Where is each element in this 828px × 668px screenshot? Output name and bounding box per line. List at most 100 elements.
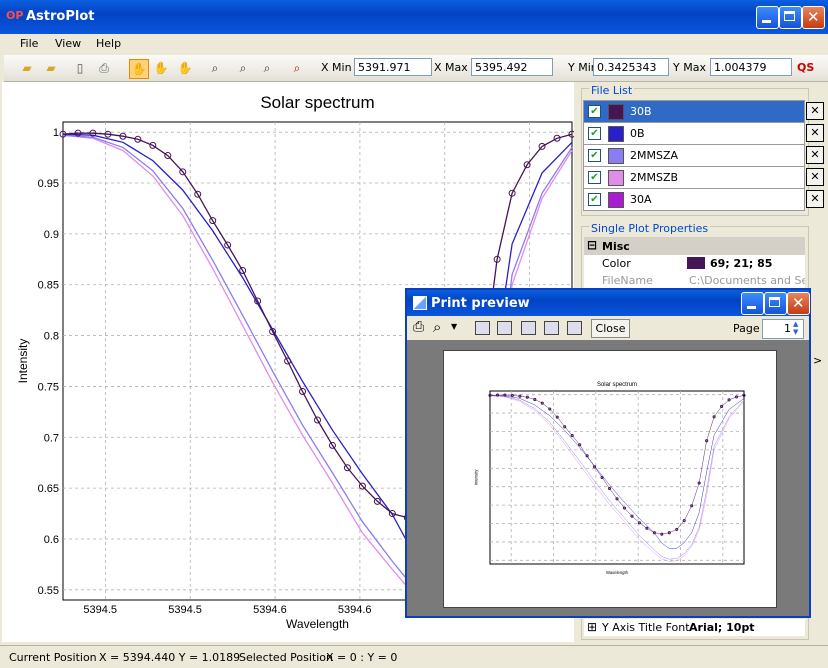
- y-tick-label: 0.9: [44, 229, 59, 241]
- app-title: AstroPlot: [26, 9, 95, 24]
- pp-four-pages-icon[interactable]: [544, 321, 559, 335]
- prop-color-label: Color: [602, 257, 631, 270]
- panel-arrow-icon[interactable]: >: [813, 354, 822, 367]
- file-checkbox[interactable]: ✔: [588, 193, 601, 206]
- xmin-input[interactable]: 5391.971: [354, 58, 432, 76]
- qs-button[interactable]: QS: [797, 61, 814, 74]
- pp-close-icon: ✕: [792, 294, 805, 312]
- x-tick-label: 5394.5: [168, 604, 202, 616]
- file-checkbox[interactable]: ✔: [588, 171, 601, 184]
- file-row[interactable]: ✔ 30A: [583, 188, 805, 211]
- zoom-in-icon[interactable]: ⌕: [234, 59, 252, 77]
- pp-two-pages-icon[interactable]: [497, 321, 512, 335]
- menu-help[interactable]: Help: [96, 37, 121, 50]
- menu-bar: File View Help: [0, 34, 828, 54]
- file-color-swatch[interactable]: [608, 192, 624, 208]
- pp-three-pages-icon[interactable]: [521, 321, 536, 335]
- status-bar: Current Position X = 5394.440 Y = 1.0189…: [0, 645, 828, 668]
- pp-page-spinner[interactable]: 1 ▲ ▼: [762, 319, 804, 339]
- app-logo-icon: ʘP: [6, 9, 24, 22]
- xmax-input[interactable]: 5395.492: [471, 58, 553, 76]
- prop-row-color[interactable]: Color 69; 21; 85: [584, 255, 805, 273]
- remove-file-button[interactable]: ✕: [806, 168, 824, 186]
- print-preview-page: Solar spectrum Wavelength Intensity: [443, 350, 777, 608]
- file-color-swatch[interactable]: [608, 104, 624, 120]
- x-axis-label: Wavelength: [286, 617, 349, 631]
- print-preview-icon: [413, 296, 427, 310]
- pp-minimize-button[interactable]: [741, 292, 764, 315]
- pp-zoom-dropdown-icon[interactable]: ▼: [451, 322, 457, 331]
- pan-y-icon[interactable]: ✋: [176, 59, 194, 77]
- open-folder-icon[interactable]: ▰: [42, 59, 60, 77]
- file-list-title: File List: [589, 84, 635, 97]
- current-position-value: X = 5394.440 Y = 1.0189: [99, 651, 241, 664]
- file-name: 0B: [630, 127, 645, 140]
- file-row[interactable]: ✔ 30B: [583, 100, 805, 123]
- x-tick-label: 5394.5: [83, 604, 117, 616]
- prop-row-yaxis-font[interactable]: ⊞ Y Axis Title Font Arial; 10pt: [584, 619, 805, 636]
- pp-close-button[interactable]: ✕: [787, 292, 810, 315]
- zoom-out-icon[interactable]: ⌕: [258, 59, 276, 77]
- file-color-swatch[interactable]: [608, 170, 624, 186]
- pp-print-icon[interactable]: ⎙: [413, 319, 424, 335]
- file-color-swatch[interactable]: [608, 148, 624, 164]
- prop-row-filename[interactable]: FileName C:\Documents and Setti: [584, 272, 805, 289]
- print-preview-title: Print preview: [431, 296, 530, 311]
- zoom-reset-icon[interactable]: ⌕: [288, 59, 306, 77]
- selected-position-label: Selected Position: [239, 651, 334, 664]
- file-checkbox[interactable]: ✔: [588, 149, 601, 162]
- pp-close-preview-button[interactable]: Close: [591, 319, 630, 338]
- y-tick-label: 0.85: [38, 280, 59, 292]
- remove-file-button[interactable]: ✕: [806, 124, 824, 142]
- file-color-swatch[interactable]: [608, 126, 624, 142]
- ymin-input[interactable]: 0.3425343: [593, 58, 669, 76]
- maximize-button[interactable]: [779, 6, 802, 29]
- pan-x-icon[interactable]: ✋: [152, 59, 170, 77]
- expand-icon[interactable]: ⊞: [587, 620, 597, 634]
- collapse-icon[interactable]: ⊟: [587, 238, 597, 252]
- current-position-label: Current Position: [9, 651, 97, 664]
- page-setup-icon[interactable]: ▯: [71, 59, 89, 77]
- print-preview-title-bar[interactable]: Print preview ✕: [407, 290, 810, 316]
- title-bar[interactable]: ʘP AstroPlot ✕: [0, 0, 828, 34]
- file-row[interactable]: ✔ 2MMSZA: [583, 144, 805, 167]
- file-checkbox[interactable]: ✔: [588, 127, 601, 140]
- prop-filename-value: C:\Documents and Setti: [689, 274, 805, 287]
- zoom-icon[interactable]: ⌕: [206, 59, 224, 77]
- pp-six-pages-icon[interactable]: [567, 321, 582, 335]
- file-row[interactable]: ✔ 0B: [583, 122, 805, 145]
- file-name: 2MMSZA: [630, 149, 679, 162]
- chart-title: Solar spectrum: [597, 382, 637, 388]
- file-checkbox[interactable]: ✔: [588, 105, 601, 118]
- file-row[interactable]: ✔ 2MMSZB: [583, 166, 805, 189]
- prop-color-value: 69; 21; 85: [710, 257, 773, 270]
- props-section-misc[interactable]: ⊟ Misc: [584, 237, 805, 255]
- print-preview-toolbar: ⎙ ⌕ ▼ Close Page 1 ▲ ▼: [407, 316, 809, 340]
- color-swatch: [687, 257, 705, 269]
- menu-view[interactable]: View: [55, 37, 81, 50]
- pp-zoom-icon[interactable]: ⌕: [433, 318, 441, 336]
- x-tick-label: 5394.6: [253, 604, 287, 616]
- x-tick-label: 5394.6: [338, 604, 372, 616]
- remove-file-button[interactable]: ✕: [806, 190, 824, 208]
- pan-hand-icon[interactable]: ✋: [129, 59, 149, 79]
- selected-position-value: X = 0 : Y = 0: [326, 651, 398, 664]
- ymax-input[interactable]: 1.004379: [710, 58, 792, 76]
- pp-spinner-icon[interactable]: ▲ ▼: [793, 320, 798, 336]
- ymax-label: Y Max: [673, 61, 706, 74]
- new-folder-icon[interactable]: ▰: [18, 59, 36, 77]
- file-list: ✔ 30B ✕ ✔ 0B ✕ ✔ 2MMSZA ✕ ✔ 2MMSZB ✕ ✔ 30A ✕: [579, 100, 828, 212]
- x-axis-label: Wavelength: [606, 570, 629, 575]
- pp-maximize-button[interactable]: [764, 292, 787, 315]
- file-name: 2MMSZB: [630, 171, 679, 184]
- menu-file[interactable]: File: [20, 37, 38, 50]
- maximize-icon: [784, 11, 795, 21]
- close-button[interactable]: ✕: [802, 6, 825, 29]
- minimize-icon: [762, 20, 771, 23]
- y-tick-label: 0.7: [44, 432, 59, 444]
- remove-file-button[interactable]: ✕: [806, 146, 824, 164]
- print-icon[interactable]: ⎙: [95, 59, 113, 77]
- remove-file-button[interactable]: ✕: [806, 102, 824, 120]
- pp-one-page-icon[interactable]: [475, 321, 490, 335]
- minimize-button[interactable]: [756, 6, 779, 29]
